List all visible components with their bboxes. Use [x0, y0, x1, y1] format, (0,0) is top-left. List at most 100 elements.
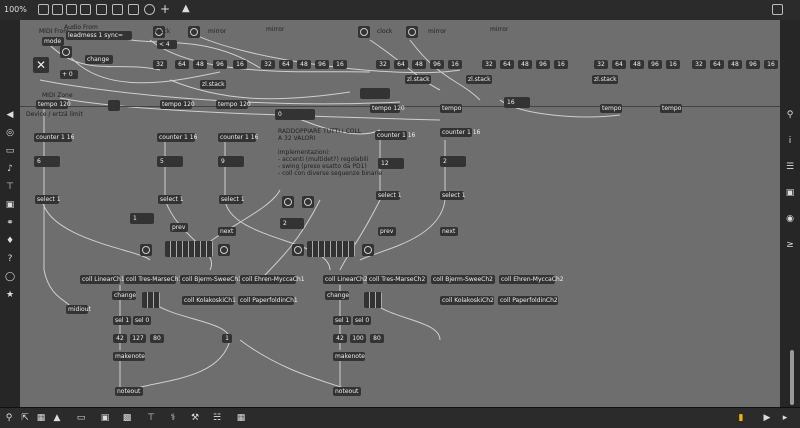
coll-object[interactable]: coll PaperfoldinCh2: [498, 296, 558, 305]
number-box[interactable]: 16: [554, 60, 568, 69]
sel-object[interactable]: sel 0: [353, 316, 371, 325]
toggle[interactable]: [188, 26, 200, 38]
coll-object[interactable]: coll LinearCh1: [80, 275, 125, 284]
compass-icon[interactable]: ◯: [5, 272, 15, 282]
tempo-object[interactable]: tempo 120: [36, 100, 71, 109]
button-icon[interactable]: [112, 4, 123, 15]
help-icon[interactable]: ?: [5, 254, 15, 264]
number-box[interactable]: 1: [222, 334, 232, 343]
number-box[interactable]: 64: [279, 60, 293, 69]
grid-snap-icon[interactable]: ▦: [36, 413, 46, 423]
grid-icon[interactable]: [772, 4, 783, 15]
tempo-object[interactable]: tempo: [600, 104, 622, 113]
columns-icon[interactable]: ☵: [212, 413, 222, 423]
number-box[interactable]: 1: [130, 213, 154, 224]
select-object[interactable]: select 1: [35, 195, 61, 204]
number-box[interactable]: 0: [275, 109, 315, 120]
coll-object[interactable]: coll Bjerm-SweeCh2: [431, 275, 495, 284]
toggle[interactable]: [60, 46, 72, 58]
coll-object[interactable]: coll KolakoskiCh2: [440, 296, 494, 305]
number-box[interactable]: 64: [612, 60, 626, 69]
select-object[interactable]: select 1: [376, 191, 402, 200]
pitch-number[interactable]: 42: [113, 334, 127, 343]
number-box[interactable]: 96: [430, 60, 444, 69]
tree-icon[interactable]: ⊤: [146, 413, 156, 423]
debug-icon[interactable]: ⚕: [168, 413, 178, 423]
number-box[interactable]: 96: [746, 60, 760, 69]
toggle[interactable]: [358, 26, 370, 38]
image-icon[interactable]: ▣: [5, 200, 15, 210]
makenote-object[interactable]: makenote: [113, 352, 145, 361]
number-box[interactable]: 96: [648, 60, 662, 69]
level-meter-icon[interactable]: ▮: [736, 413, 746, 423]
tempo-object[interactable]: tempo 120: [370, 104, 405, 113]
prev-button[interactable]: prev: [378, 227, 396, 236]
sel-object[interactable]: sel 1: [113, 316, 131, 325]
select-object[interactable]: select 1: [440, 191, 466, 200]
number-box[interactable]: 64: [500, 60, 514, 69]
presentation-icon[interactable]: [52, 4, 63, 15]
number-box[interactable]: 96: [536, 60, 550, 69]
zl-stack-object[interactable]: zl.stack: [592, 75, 618, 84]
noteout-object[interactable]: noteout: [115, 387, 143, 396]
puzzle-icon[interactable]: ♦: [5, 236, 15, 246]
number-box[interactable]: 12: [378, 158, 404, 169]
coll-object[interactable]: coll KolakoskiCh1: [182, 296, 236, 305]
zoom-selector[interactable]: 100%: [4, 5, 27, 14]
target-icon[interactable]: ◎: [5, 128, 15, 138]
number-box[interactable]: 48: [518, 60, 532, 69]
noteout-object[interactable]: noteout: [333, 387, 361, 396]
counter-object[interactable]: counter 1 16: [440, 128, 480, 137]
window-icon[interactable]: ▣: [785, 188, 795, 198]
number-box[interactable]: 16: [333, 60, 347, 69]
number-box[interactable]: 32: [376, 60, 390, 69]
select-object[interactable]: select 1: [158, 195, 184, 204]
mode-message[interactable]: mode: [42, 37, 64, 46]
chevron-right-icon[interactable]: ▸: [780, 413, 790, 423]
sel-object[interactable]: sel 1: [333, 316, 351, 325]
number-box[interactable]: 64: [175, 60, 189, 69]
keyboard-icon[interactable]: ▦: [236, 413, 246, 423]
dial-icon[interactable]: [144, 4, 155, 15]
multislider[interactable]: [307, 241, 355, 257]
coll-object[interactable]: coll Bjerm-SweeCh1: [180, 275, 242, 284]
mixer-icon[interactable]: ≥: [785, 240, 795, 250]
sel-object[interactable]: sel 0: [133, 316, 151, 325]
number-box[interactable]: 5: [157, 156, 183, 167]
duration-number[interactable]: 80: [370, 334, 384, 343]
multislider[interactable]: [165, 241, 213, 257]
paperclip-icon[interactable]: ⚭: [5, 218, 15, 228]
wrench-icon[interactable]: ⚒: [190, 413, 200, 423]
tempo-object[interactable]: tempo 120: [160, 100, 195, 109]
toggle[interactable]: [292, 244, 304, 256]
duration-number[interactable]: 80: [150, 334, 164, 343]
bang-x-button[interactable]: ✕: [33, 57, 49, 73]
toggle[interactable]: [406, 26, 418, 38]
number-box[interactable]: 16: [233, 60, 247, 69]
search-icon[interactable]: ⚲: [785, 110, 795, 120]
toggle[interactable]: [302, 196, 314, 208]
select-object[interactable]: select 1: [219, 195, 245, 204]
number-box[interactable]: 96: [315, 60, 329, 69]
number-box[interactable]: 16: [764, 60, 778, 69]
tempo-object[interactable]: tempo: [660, 104, 682, 113]
coll-object[interactable]: coll Ehren-MyccaCh2: [499, 275, 564, 284]
coll-object[interactable]: coll Tres-MarseCh2: [367, 275, 427, 284]
console-icon[interactable]: ▩: [122, 413, 132, 423]
midiout-object[interactable]: midiout: [66, 305, 91, 314]
info-icon[interactable]: i: [785, 136, 795, 146]
bracket-icon[interactable]: ⊤: [5, 182, 15, 192]
number-box[interactable]: 16: [666, 60, 680, 69]
change-object[interactable]: change: [325, 291, 349, 300]
vel-message[interactable]: < 4: [157, 40, 177, 49]
number-box[interactable]: 6: [34, 156, 60, 167]
add-object[interactable]: + 0: [60, 70, 78, 79]
toggle[interactable]: [108, 100, 120, 111]
camera-icon[interactable]: [785, 216, 795, 226]
coll-object[interactable]: coll PaperfoldinCh1: [238, 296, 298, 305]
zl-stack-object[interactable]: zl.stack: [466, 75, 492, 84]
list-icon[interactable]: ☰: [785, 162, 795, 172]
sidebar-left-arrow-icon[interactable]: ◀: [5, 110, 15, 120]
next-button[interactable]: next: [440, 227, 458, 236]
toggle[interactable]: [362, 244, 374, 256]
